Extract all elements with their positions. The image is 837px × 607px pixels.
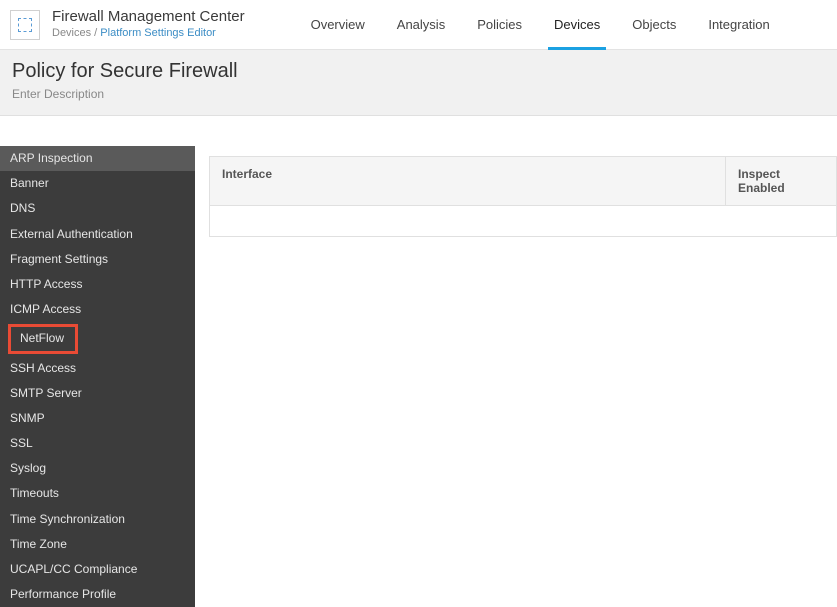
sidebar-item-banner[interactable]: Banner [0, 171, 195, 196]
topbar: Firewall Management Center Devices / Pla… [0, 0, 837, 50]
sidebar-item-ssl[interactable]: SSL [0, 431, 195, 456]
table-column-inspect-enabled: Inspect Enabled [726, 157, 836, 205]
table-header: Interface Inspect Enabled [210, 157, 836, 206]
mainpane: Interface Inspect Enabled [195, 116, 837, 607]
sidebar-item-timeouts[interactable]: Timeouts [0, 481, 195, 506]
sidebar-item-netflow[interactable]: NetFlow [10, 326, 76, 351]
sidebar: ARP Inspection Banner DNS External Authe… [0, 146, 195, 607]
sidebar-item-syslog[interactable]: Syslog [0, 456, 195, 481]
sidebar-item-dns[interactable]: DNS [0, 196, 195, 221]
titlebar: Policy for Secure Firewall Enter Descrip… [0, 50, 837, 116]
topnav: Overview Analysis Policies Devices Objec… [295, 0, 786, 50]
brand-icon [10, 10, 40, 40]
sidebar-item-netflow-wrap: NetFlow [0, 322, 195, 355]
sidebar-item-http-access[interactable]: HTTP Access [0, 272, 195, 297]
sidebar-item-performance-profile[interactable]: Performance Profile [0, 582, 195, 607]
sidebar-item-snmp[interactable]: SNMP [0, 406, 195, 431]
topnav-item-analysis[interactable]: Analysis [381, 0, 461, 50]
table-body [210, 206, 836, 236]
topnav-item-policies[interactable]: Policies [461, 0, 538, 50]
sidebar-item-time-synchronization[interactable]: Time Synchronization [0, 507, 195, 532]
table-column-interface: Interface [210, 157, 726, 205]
topnav-item-devices[interactable]: Devices [538, 0, 616, 50]
page-title: Policy for Secure Firewall [12, 60, 825, 83]
breadcrumb-leaf-link[interactable]: Platform Settings Editor [100, 27, 216, 39]
sidebar-item-external-authentication[interactable]: External Authentication [0, 222, 195, 247]
breadcrumb: Devices / Platform Settings Editor [52, 26, 245, 40]
sidebar-item-smtp-server[interactable]: SMTP Server [0, 381, 195, 406]
topnav-item-objects[interactable]: Objects [616, 0, 692, 50]
table-container: Interface Inspect Enabled [209, 156, 837, 237]
sidebar-item-fragment-settings[interactable]: Fragment Settings [0, 247, 195, 272]
topnav-item-overview[interactable]: Overview [295, 0, 381, 50]
brand-text: Firewall Management Center Devices / Pla… [52, 8, 245, 40]
sidebar-item-time-zone[interactable]: Time Zone [0, 532, 195, 557]
sidebar-item-arp-inspection[interactable]: ARP Inspection [0, 146, 195, 171]
brand-icon-inner [18, 18, 32, 32]
sidebar-item-ucapl-cc-compliance[interactable]: UCAPL/CC Compliance [0, 557, 195, 582]
brand-title: Firewall Management Center [52, 8, 245, 26]
sidebar-item-ssh-access[interactable]: SSH Access [0, 356, 195, 381]
sidebar-item-icmp-access[interactable]: ICMP Access [0, 297, 195, 322]
topnav-item-integration[interactable]: Integration [692, 0, 785, 50]
page-description[interactable]: Enter Description [12, 87, 825, 101]
breadcrumb-root: Devices [52, 27, 91, 39]
breadcrumb-sep: / [91, 27, 100, 39]
content-row: ARP Inspection Banner DNS External Authe… [0, 116, 837, 607]
